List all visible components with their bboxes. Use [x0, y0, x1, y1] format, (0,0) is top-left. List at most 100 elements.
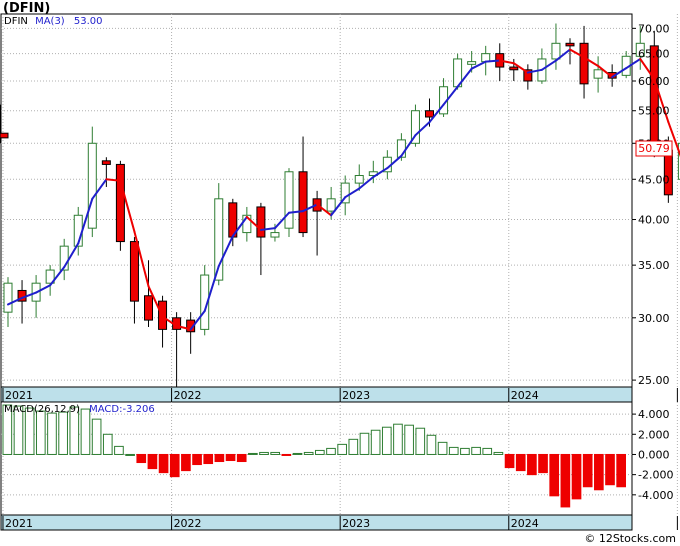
macd-bar-negative [605, 453, 615, 486]
macd-bar-positive [460, 447, 470, 455]
candle-down [649, 45, 659, 148]
macd-bar-positive [91, 418, 102, 455]
macd-bar-negative [147, 453, 158, 470]
ma-segment [484, 59, 501, 63]
candle-up [354, 175, 364, 184]
macd-bar-negative [192, 453, 202, 466]
candle-up [270, 232, 280, 238]
macd-bar-positive [315, 449, 325, 455]
macd-bar-positive [393, 423, 403, 455]
macd-bar-positive [259, 451, 269, 455]
legend-symbol: DFIN [4, 16, 28, 27]
macd-bar-positive [248, 452, 258, 455]
price-tick-label: 25.00 [638, 374, 670, 387]
date-label: 2021 [5, 517, 33, 530]
candle-down [579, 42, 589, 85]
macd-bar-positive [348, 438, 359, 455]
macd-bar-negative [281, 453, 292, 456]
macd-bar-positive [370, 429, 381, 455]
macd-bar-positive [270, 451, 281, 455]
macd-bar-positive [415, 427, 426, 455]
footer-copyright: © 12Stocks.com [584, 532, 676, 545]
price-tick-label: 70.00 [638, 22, 670, 35]
candle-down [101, 160, 111, 165]
chart-title: (DFIN) [3, 1, 51, 16]
candle-down [509, 66, 519, 71]
candle-up [3, 282, 13, 313]
date-label: 2024 [511, 517, 539, 530]
macd-bar-positive [381, 426, 392, 455]
macd-bar-negative [225, 453, 236, 462]
macd-bar-negative [527, 453, 537, 476]
macd-bar-positive [426, 434, 437, 455]
macd-bar-positive [114, 445, 124, 455]
macd-bar-positive [437, 441, 448, 455]
macd-tick-label: 0.000 [638, 448, 670, 461]
candle-down [298, 171, 308, 234]
macd-panel: 4.000 2.000 0.000 -2.000 -4.000 [0, 401, 678, 516]
macd-legend: MACD(26,12,9) MACD:-3.206 [4, 404, 155, 415]
macd-bar-positive [125, 453, 135, 456]
date-label: 2021 [5, 389, 33, 402]
macd-value-label: MACD:-3.206 [89, 404, 155, 415]
candle-down [129, 241, 139, 302]
macd-bar-negative [504, 453, 515, 469]
price-date-bar: 20212022202320242025 [0, 386, 680, 403]
candle-up [467, 61, 477, 65]
date-label: 2024 [511, 389, 539, 402]
macd-tick-label: 4.000 [638, 408, 670, 421]
macd-bar-negative [214, 453, 225, 463]
candle-up [87, 142, 97, 229]
candle-down [144, 295, 153, 321]
macd-bar-positive [102, 433, 113, 455]
macd-bar-positive [359, 432, 370, 455]
macd-bar-negative [158, 453, 169, 474]
macd-bar-negative [203, 453, 214, 465]
macd-bar-positive [337, 443, 347, 455]
price-tick-label: 45.00 [638, 173, 670, 186]
macd-bar-negative [549, 453, 560, 497]
macd-bar-negative [515, 453, 526, 472]
price-tick-label: 60.00 [638, 75, 670, 88]
price-axis: 25.0030.0035.0040.0045.0050.0055.0060.00… [632, 22, 670, 387]
macd-bar-positive [326, 447, 336, 455]
date-label: 2023 [342, 389, 370, 402]
macd-bar-positive [24, 407, 35, 455]
macd-bar-negative [236, 453, 247, 463]
macd-bar-positive [471, 446, 481, 455]
macd-bar-positive [80, 408, 91, 455]
macd-bar-negative [571, 453, 582, 500]
legend-ma-label: MA(3) [35, 16, 65, 27]
macd-bar-positive [482, 447, 493, 455]
date-label: 2022 [174, 389, 202, 402]
price-tick-label: 35.00 [638, 259, 670, 272]
macd-bar-negative [538, 453, 548, 474]
chart-svg: 25.0030.0035.0040.0045.0050.0055.0060.00… [0, 13, 680, 531]
macd-bar-negative [181, 453, 191, 472]
macd-tick-label: 2.000 [638, 428, 670, 441]
candle-down [425, 110, 434, 118]
candle-up [284, 171, 294, 229]
macd-bar-negative [582, 453, 593, 488]
macd-bar-negative [560, 453, 571, 508]
macd-bar-negative [136, 453, 147, 464]
candle-down [115, 163, 125, 243]
candle-up [326, 198, 336, 212]
macd-bar-positive [292, 452, 303, 455]
date-label: 2022 [174, 517, 202, 530]
last-price-label: 50.79 [638, 142, 670, 155]
legend-ma-value: 53.00 [73, 16, 103, 27]
price-tick-label: 55.00 [638, 105, 670, 118]
macd-bar-positive [47, 412, 57, 455]
macd-bar-positive [493, 451, 504, 455]
candle-down [256, 206, 266, 238]
candle-up [593, 69, 603, 79]
macd-bar-negative [594, 453, 604, 491]
macd-bar-positive [448, 446, 459, 455]
macd-bar-positive [404, 424, 414, 455]
price-legend: DFIN MA(3) 53.00 [4, 16, 103, 27]
last-price-tag: 50.79 [635, 140, 673, 157]
macd-tick-label: -4.000 [638, 489, 673, 502]
price-tick-label: 40.00 [638, 214, 670, 227]
macd-label: MACD(26,12,9) [4, 404, 80, 415]
